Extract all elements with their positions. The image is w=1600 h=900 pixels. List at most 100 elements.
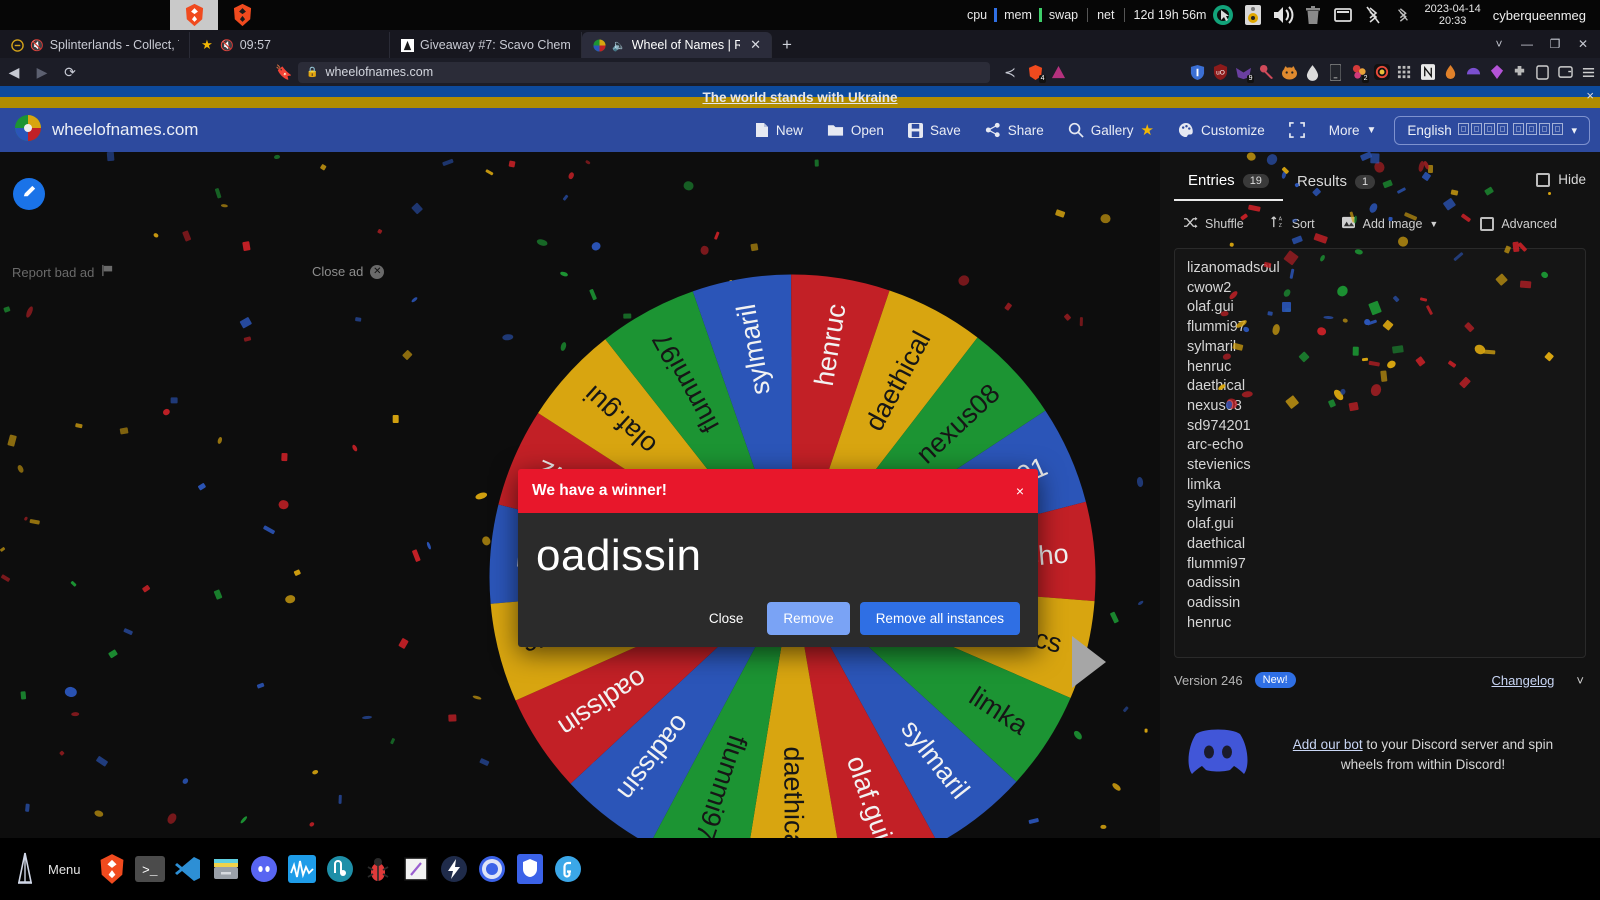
vivaldi-icon[interactable] [473,849,511,889]
banner-text[interactable]: The world stands with Ukraine [0,86,1600,108]
display-icon[interactable] [1328,0,1358,30]
ink-icon[interactable] [1301,59,1324,85]
tab-entries[interactable]: Entries 19 [1174,166,1283,201]
tab-mute-icon[interactable]: 🔈 [612,39,626,52]
bitwarden-icon[interactable] [1186,59,1209,85]
close-icon[interactable]: × [1016,483,1024,499]
entry-item[interactable]: sylmaril [1187,495,1585,515]
minimize-icon[interactable]: — [1514,32,1540,56]
flame-icon[interactable] [1439,59,1462,85]
brave-rewards-icon[interactable] [1047,59,1070,85]
browser-tab-1[interactable]: ★ 🔇 09:57 [190,32,390,58]
tray-username[interactable]: cyberqueenmeg [1487,8,1594,23]
puzzle-icon[interactable] [1508,59,1531,85]
chevron-down-icon[interactable]: ˅ [1486,32,1512,56]
restore-icon[interactable]: ❐ [1542,32,1568,56]
trash-icon[interactable] [1298,0,1328,30]
vscode-icon[interactable] [169,849,207,889]
hide-checkbox[interactable]: Hide [1536,172,1586,195]
report-bad-ad[interactable]: Report bad ad [12,264,114,280]
browser-tab-2[interactable]: Giveaway #7: Scavo Chemist | Pe [390,32,582,58]
tab-mute-icon[interactable]: 🔇 [220,39,234,52]
rainbow-icon[interactable] [1370,59,1393,85]
changelog-link[interactable]: Changelog [1492,673,1555,688]
entry-item[interactable]: arc-echo [1187,436,1585,456]
taskbar-window-brave-active[interactable] [170,0,218,30]
tab-mute-icon[interactable]: 🔇 [30,39,44,52]
entry-item[interactable]: cwow2 [1187,279,1585,299]
fedora-icon[interactable] [549,849,587,889]
bluetooth-icon[interactable] [1388,0,1418,30]
thunder-icon[interactable] [435,849,473,889]
add-our-bot-link[interactable]: Add our bot [1293,737,1363,752]
close-ad[interactable]: Close ad ✕ [312,264,384,279]
new-tab-button[interactable]: + [772,32,802,58]
sort-button[interactable]: AZ Sort [1261,209,1324,238]
chevron-down-icon[interactable]: ˅ [1576,673,1584,688]
nav-gallery[interactable]: Gallery ★ [1056,114,1166,146]
brave-shield-icon[interactable] [511,849,549,889]
nav-customize[interactable]: Customize [1166,115,1277,145]
entry-item[interactable]: henruc [1187,614,1585,634]
back-button[interactable]: ◀ [0,59,28,85]
entry-item[interactable]: oadissin [1187,594,1585,614]
entry-item[interactable]: limka [1187,476,1585,496]
menu-label[interactable]: Menu [44,862,93,877]
files-icon[interactable] [207,849,245,889]
banner-close-icon[interactable]: × [1586,88,1594,103]
nav-save[interactable]: Save [896,116,973,145]
shuffle-button[interactable]: Shuffle [1174,210,1253,238]
entry-item[interactable]: lizanomadsoul [1187,259,1585,279]
firefox-container-icon[interactable] [1278,59,1301,85]
bug-icon[interactable] [359,849,397,889]
terminal-icon[interactable]: >_ [131,849,169,889]
remove-all-instances-button[interactable]: Remove all instances [860,602,1020,635]
tab-results[interactable]: Results 1 [1283,167,1389,200]
entry-item[interactable]: flummi97 [1187,555,1585,575]
entry-item[interactable]: henruc [1187,358,1585,378]
add-image-button[interactable]: Add image ▼ [1332,210,1448,238]
phone-icon[interactable] [1324,59,1347,85]
wallet-icon[interactable] [1554,59,1577,85]
entry-item[interactable]: oadissin [1187,574,1585,594]
bookmark-icon[interactable]: 🔖 [270,59,298,85]
menu-icon[interactable] [1577,59,1600,85]
colorpick-icon[interactable]: 2 [1347,59,1370,85]
gem-icon[interactable] [1485,59,1508,85]
audacity-icon[interactable] [283,849,321,889]
entry-item[interactable]: daethical [1187,535,1585,555]
reload-button[interactable]: ⟳ [56,59,84,85]
entry-item[interactable]: nexus08 [1187,397,1585,417]
tab-close-icon[interactable]: ✕ [750,37,761,53]
share-icon[interactable]: ≺ [996,59,1024,85]
ublock-origin-icon[interactable]: uO [1209,59,1232,85]
entry-item[interactable]: olaf.gui [1187,515,1585,535]
app-launcher-icon[interactable] [6,849,44,889]
metamask-icon[interactable]: 9 [1232,59,1255,85]
remove-button[interactable]: Remove [767,602,849,635]
language-selector[interactable]: English ▾ [1394,116,1590,145]
keepass-icon[interactable] [1255,59,1278,85]
discord-icon[interactable] [245,849,283,889]
entry-item[interactable]: flummi97 [1187,318,1585,338]
sidebar-icon[interactable] [1531,59,1554,85]
edit-wheel-button[interactable] [13,178,45,210]
nav-fullscreen[interactable] [1277,115,1317,145]
entries-textarea[interactable]: lizanomadsoulcwow2olaf.guiflummi97sylmar… [1174,248,1586,658]
entry-item[interactable]: daethical [1187,377,1585,397]
browser-tab-3[interactable]: 🔈 Wheel of Names | Random n ✕ [582,32,772,58]
entry-item[interactable]: sylmaril [1187,338,1585,358]
cursor-icon[interactable] [1208,0,1238,30]
entry-item[interactable]: stevienics [1187,456,1585,476]
notion-icon[interactable] [1416,59,1439,85]
nav-more[interactable]: More ▼ [1317,116,1389,145]
purple-moon-icon[interactable] [1462,59,1485,85]
notes-icon[interactable] [397,849,435,889]
bluetooth-off-icon[interactable] [1358,0,1388,30]
close-button[interactable]: Close [695,602,758,635]
taskbar-window-brave-2[interactable] [218,0,266,30]
forward-button[interactable]: ▶ [28,59,56,85]
advanced-checkbox[interactable]: Advanced [1471,211,1566,237]
grid-icon[interactable] [1393,59,1416,85]
entry-item[interactable]: sd974201 [1187,417,1585,437]
